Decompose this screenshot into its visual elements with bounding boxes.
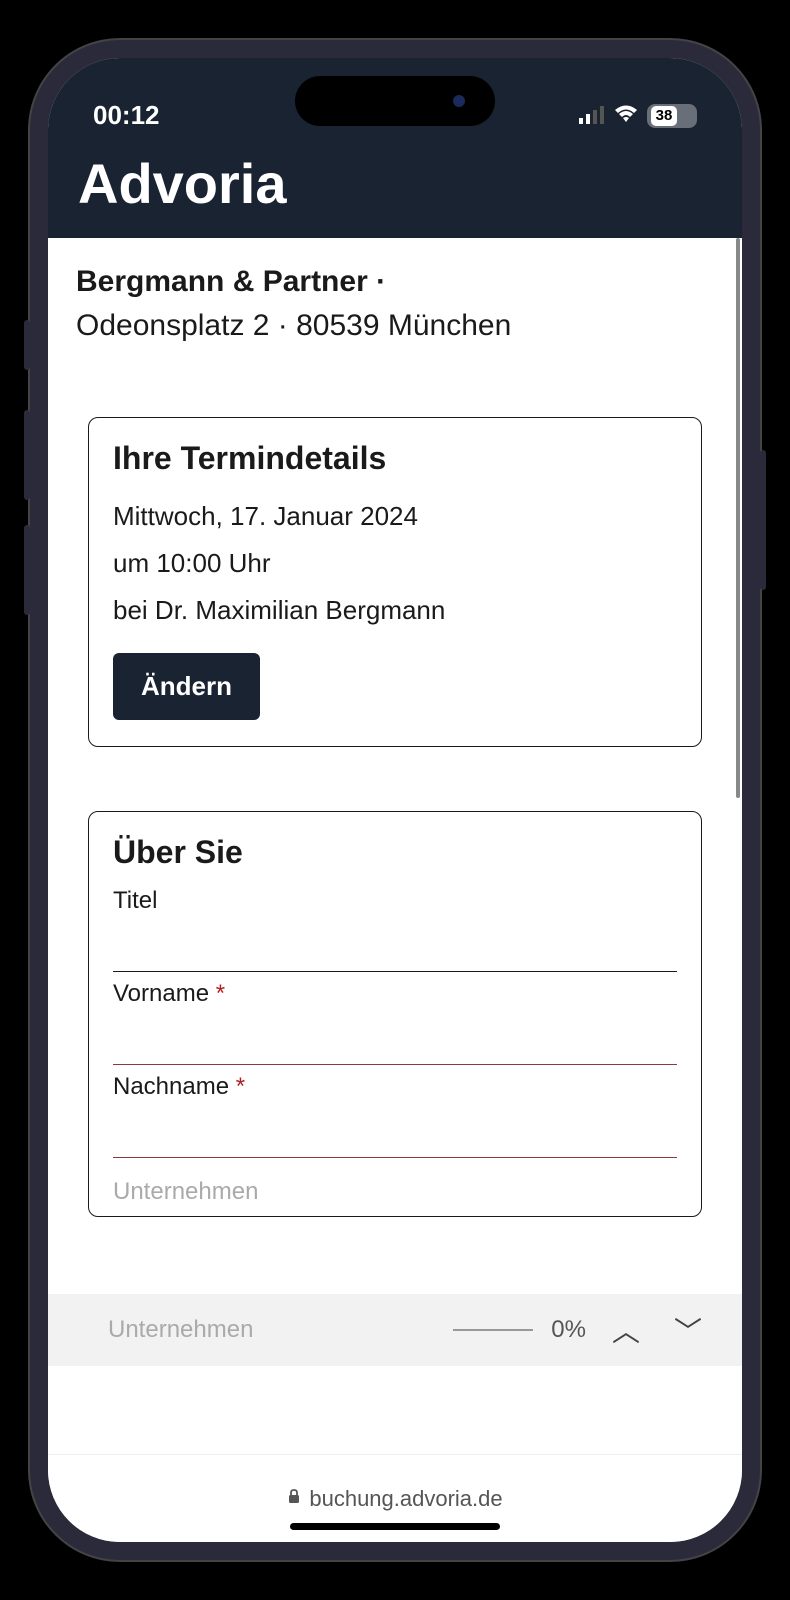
- progress-bar: Unternehmen 0% ︿ ﹀: [48, 1294, 742, 1366]
- phone-frame: 00:12 38 Advoria Bergmann & Partner · Od…: [30, 40, 760, 1560]
- dynamic-island: [295, 76, 495, 126]
- appointment-date: Mittwoch, 17. Januar 2024: [113, 493, 677, 540]
- form-title: Über Sie: [113, 834, 677, 871]
- home-indicator[interactable]: [290, 1523, 500, 1530]
- company-name: Bergmann & Partner: [76, 265, 368, 298]
- lock-icon: [287, 1488, 301, 1509]
- company-field-label: Unternehmen: [113, 1166, 677, 1206]
- about-you-card: Über Sie Titel Vorname * Nachname *: [88, 811, 702, 1217]
- appointment-title: Ihre Termindetails: [113, 440, 677, 477]
- title-field: Titel: [113, 887, 677, 972]
- lastname-label-text: Nachname: [113, 1073, 229, 1100]
- progress-percent: 0%: [551, 1316, 586, 1344]
- status-time: 00:12: [93, 100, 160, 131]
- firstname-input[interactable]: [113, 1012, 677, 1065]
- browser-url: buchung.advoria.de: [309, 1486, 502, 1512]
- volume-up-button: [24, 410, 30, 500]
- chevron-down-icon[interactable]: ﹀: [666, 1310, 710, 1350]
- title-label: Titel: [113, 887, 677, 915]
- firstname-label: Vorname *: [113, 980, 677, 1008]
- required-mark: *: [236, 1073, 245, 1100]
- chevron-up-icon[interactable]: ︿: [604, 1310, 648, 1350]
- wifi-icon: [613, 100, 639, 131]
- appointment-with: bei Dr. Maximilian Bergmann: [113, 587, 677, 634]
- volume-down-button: [24, 525, 30, 615]
- lastname-field: Nachname *: [113, 1073, 677, 1158]
- power-button: [760, 450, 766, 590]
- battery-icon: 38: [647, 104, 697, 128]
- firstname-field: Vorname *: [113, 980, 677, 1065]
- app-header: Advoria: [48, 143, 742, 238]
- company-field-faded: Unternehmen: [108, 1316, 253, 1344]
- battery-level: 38: [651, 106, 677, 126]
- lastname-label: Nachname *: [113, 1073, 677, 1101]
- phone-screen: 00:12 38 Advoria Bergmann & Partner · Od…: [48, 58, 742, 1542]
- company-info: Bergmann & Partner · Odeonsplatz 2 · 805…: [48, 238, 742, 387]
- appointment-time: um 10:00 Uhr: [113, 540, 677, 587]
- cellular-signal-icon: [579, 100, 605, 131]
- title-input[interactable]: [113, 919, 677, 972]
- status-indicators: 38: [579, 100, 697, 131]
- scroll-indicator[interactable]: [736, 238, 740, 798]
- appointment-details-card: Ihre Termindetails Mittwoch, 17. Januar …: [88, 417, 702, 747]
- separator: ·: [368, 265, 386, 298]
- firstname-label-text: Vorname: [113, 980, 209, 1007]
- app-title: Advoria: [78, 152, 287, 215]
- progress-line: [453, 1329, 533, 1331]
- lastname-input[interactable]: [113, 1105, 677, 1158]
- side-button: [24, 320, 30, 370]
- company-address: Odeonsplatz 2 · 80539 München: [76, 309, 511, 342]
- main-content[interactable]: Bergmann & Partner · Odeonsplatz 2 · 805…: [48, 238, 742, 1454]
- change-button[interactable]: Ändern: [113, 653, 260, 720]
- required-mark: *: [216, 980, 225, 1007]
